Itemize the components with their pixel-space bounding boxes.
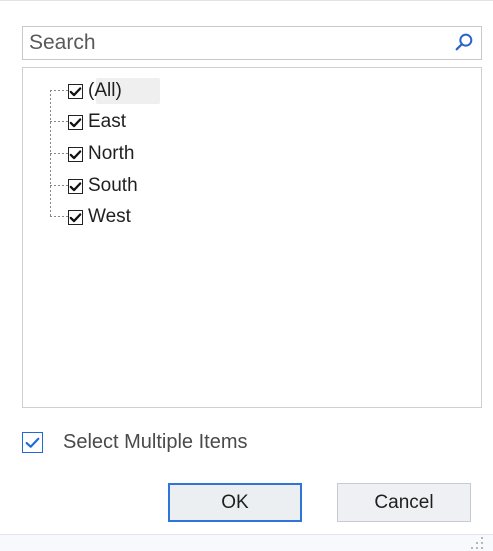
- checkbox-east[interactable]: [68, 114, 83, 130]
- list-item-east[interactable]: East: [68, 109, 126, 135]
- check-icon: [69, 86, 82, 96]
- check-icon: [69, 149, 82, 159]
- tree-branch-west: [50, 216, 68, 217]
- resize-grip-icon[interactable]: [471, 537, 483, 549]
- list-item-label: North: [88, 143, 135, 164]
- check-icon: [69, 117, 82, 127]
- cancel-button[interactable]: Cancel: [337, 483, 471, 522]
- list-item-all[interactable]: (All): [68, 78, 122, 104]
- panel-top-border: [0, 0, 493, 1]
- list-item-south[interactable]: South: [68, 173, 138, 199]
- resize-strip[interactable]: [0, 534, 493, 551]
- check-icon: [69, 181, 82, 191]
- check-icon: [25, 437, 40, 448]
- checkbox-all[interactable]: [68, 83, 83, 99]
- filter-panel: (All) East North: [0, 0, 493, 551]
- filter-tree: (All) East North South West: [23, 68, 481, 407]
- filter-list: (All) East North South West: [22, 67, 482, 408]
- tree-branch-north: [50, 153, 68, 154]
- select-multiple-option[interactable]: Select Multiple Items: [22, 428, 248, 456]
- list-item-label: East: [88, 111, 127, 132]
- select-multiple-label: Select Multiple Items: [63, 431, 248, 453]
- list-item-label: South: [88, 175, 138, 196]
- checkbox-north[interactable]: [68, 146, 83, 162]
- select-multiple-checkbox[interactable]: [22, 431, 43, 453]
- search-icon[interactable]: [453, 31, 475, 53]
- tree-branch-south: [50, 185, 68, 186]
- checkbox-south[interactable]: [68, 178, 83, 194]
- list-item-north[interactable]: North: [68, 141, 134, 167]
- list-item-label: (All): [88, 80, 122, 101]
- checkbox-west[interactable]: [68, 209, 83, 225]
- tree-branch-east: [50, 121, 68, 122]
- check-icon: [69, 212, 82, 222]
- ok-button[interactable]: OK: [168, 483, 302, 522]
- search-input[interactable]: [23, 27, 443, 59]
- tree-branch-all: [50, 90, 68, 91]
- list-item-west[interactable]: West: [68, 204, 131, 230]
- search-box[interactable]: [22, 26, 482, 60]
- list-item-label: West: [88, 206, 131, 227]
